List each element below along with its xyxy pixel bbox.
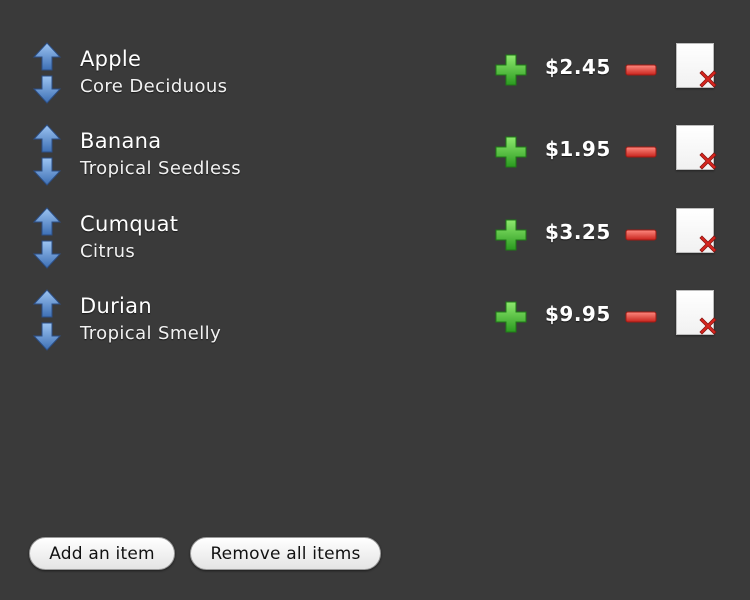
- plus-icon[interactable]: [494, 218, 528, 252]
- item-name: Banana: [80, 129, 162, 153]
- arrow-up-icon[interactable]: [32, 207, 62, 237]
- minus-icon[interactable]: [625, 227, 657, 241]
- arrow-up-icon[interactable]: [32, 42, 62, 72]
- arrow-up-icon[interactable]: [32, 289, 62, 319]
- reorder-controls: [32, 287, 62, 353]
- reorder-controls: [32, 122, 62, 188]
- delete-x-icon: [698, 151, 718, 171]
- delete-x-icon: [698, 69, 718, 89]
- minus-icon[interactable]: [625, 62, 657, 76]
- item-name: Cumquat: [80, 212, 179, 236]
- delete-item-button[interactable]: [676, 43, 718, 89]
- delete-item-button[interactable]: [676, 208, 718, 254]
- delete-x-icon: [698, 316, 718, 336]
- delete-x-icon: [698, 234, 718, 254]
- minus-icon[interactable]: [625, 309, 657, 323]
- arrow-down-icon[interactable]: [32, 74, 62, 104]
- list-item: Apple Core Deciduous $2.45: [0, 40, 750, 122]
- arrow-down-icon[interactable]: [32, 321, 62, 351]
- delete-item-button[interactable]: [676, 290, 718, 336]
- plus-icon[interactable]: [494, 53, 528, 87]
- minus-icon[interactable]: [625, 144, 657, 158]
- plus-icon[interactable]: [494, 300, 528, 334]
- arrow-down-icon[interactable]: [32, 156, 62, 186]
- reorder-controls: [32, 205, 62, 271]
- item-description: Tropical Seedless: [80, 158, 242, 179]
- list-item: Cumquat Citrus $3.25: [0, 205, 750, 287]
- add-item-button[interactable]: Add an item: [29, 537, 175, 570]
- arrow-down-icon[interactable]: [32, 239, 62, 269]
- item-price: $3.25: [545, 220, 611, 244]
- reorder-controls: [32, 40, 62, 106]
- list-item: Durian Tropical Smelly $9.95: [0, 287, 750, 369]
- item-price: $9.95: [545, 302, 611, 326]
- delete-item-button[interactable]: [676, 125, 718, 171]
- item-name: Apple: [80, 47, 142, 71]
- remove-all-items-button[interactable]: Remove all items: [190, 537, 381, 570]
- item-description: Citrus: [80, 241, 136, 262]
- item-price: $1.95: [545, 137, 611, 161]
- arrow-up-icon[interactable]: [32, 124, 62, 154]
- item-price: $2.45: [545, 55, 611, 79]
- list-item: Banana Tropical Seedless $1.95: [0, 122, 750, 204]
- item-description: Tropical Smelly: [80, 323, 222, 344]
- item-description: Core Deciduous: [80, 76, 228, 97]
- item-name: Durian: [80, 294, 152, 318]
- plus-icon[interactable]: [494, 135, 528, 169]
